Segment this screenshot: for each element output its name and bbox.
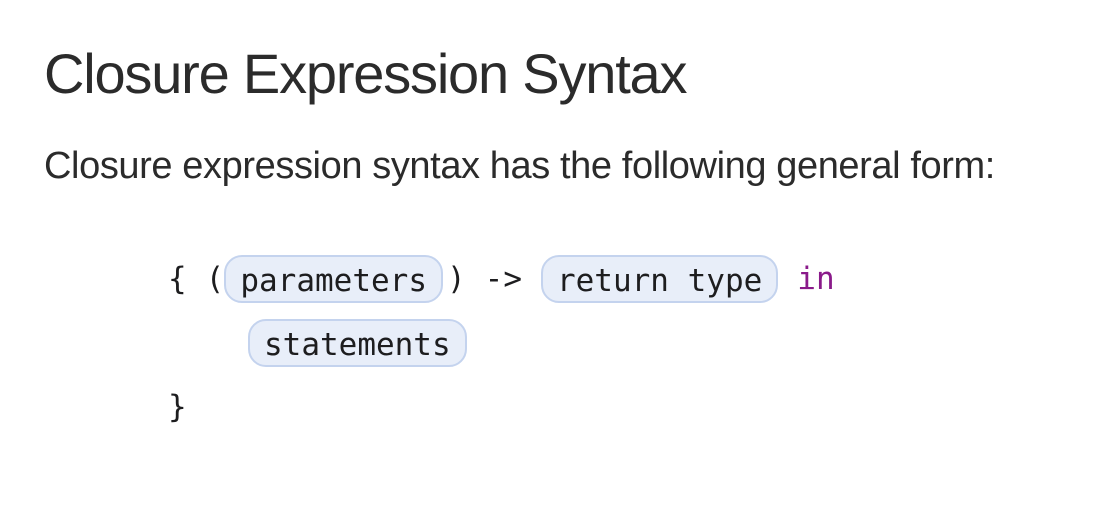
code-line-signature: { (parameters) -> return type in bbox=[168, 253, 835, 305]
parameters-placeholder: parameters bbox=[224, 255, 443, 303]
statements-placeholder: statements bbox=[248, 319, 467, 367]
in-keyword: in bbox=[797, 261, 835, 297]
return-type-placeholder: return type bbox=[540, 255, 779, 303]
code-line-body: statements bbox=[248, 317, 467, 369]
arrow-token: -> bbox=[484, 261, 522, 297]
intro-paragraph: Closure expression syntax has the follow… bbox=[44, 145, 995, 187]
close-brace: } bbox=[168, 389, 187, 425]
open-paren: ( bbox=[205, 261, 225, 297]
page-title: Closure Expression Syntax bbox=[44, 42, 688, 105]
code-line-close: } bbox=[168, 381, 187, 433]
open-brace: { bbox=[168, 261, 187, 297]
close-paren: ) bbox=[446, 261, 466, 297]
